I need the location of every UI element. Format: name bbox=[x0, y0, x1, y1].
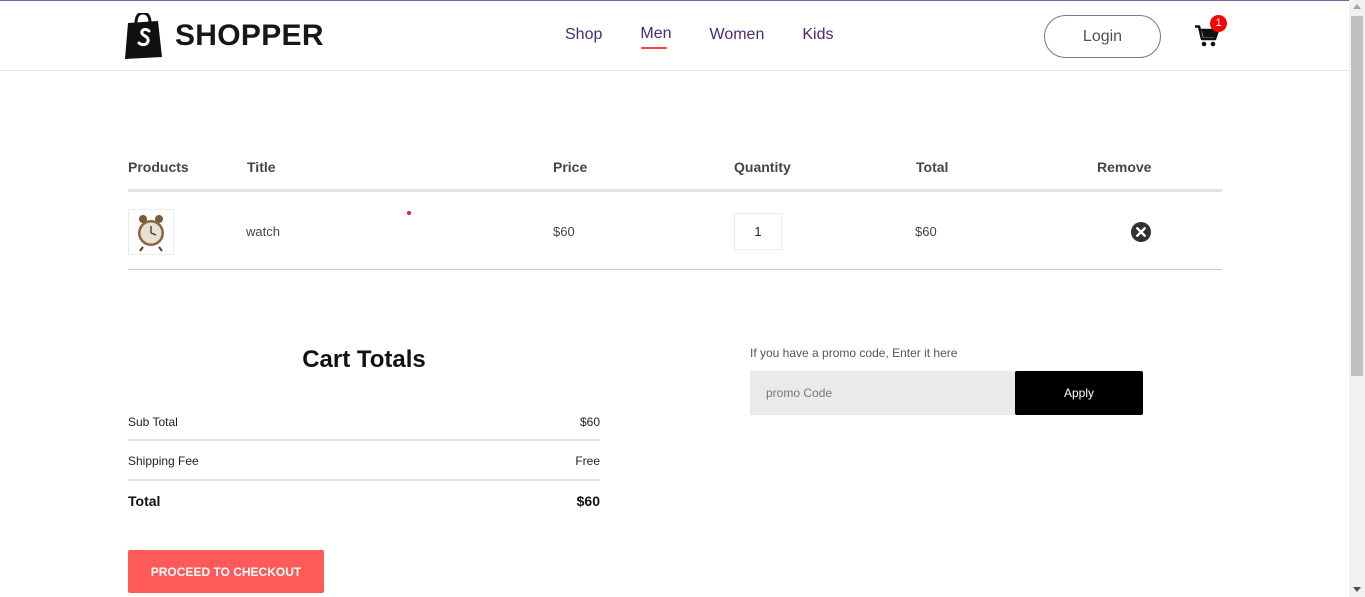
logo[interactable]: SHOPPER bbox=[124, 13, 324, 59]
scroll-thumb[interactable] bbox=[1351, 16, 1363, 376]
active-underline bbox=[641, 47, 668, 49]
logo-text: SHOPPER bbox=[175, 19, 324, 52]
shipping-label: Shipping Fee bbox=[128, 454, 199, 468]
subtotal-label: Sub Total bbox=[128, 415, 178, 429]
nav-item-label: Women bbox=[709, 26, 765, 43]
nav-item-label: Kids bbox=[802, 26, 834, 43]
table-row-divider bbox=[128, 269, 1222, 270]
quantity-field[interactable]: 1 bbox=[734, 213, 782, 250]
item-total: $60 bbox=[915, 224, 937, 239]
header-quantity: Quantity bbox=[734, 159, 791, 175]
total-row: Total $60 bbox=[128, 493, 600, 509]
cart-count-badge: 1 bbox=[1210, 15, 1227, 32]
proceed-to-checkout-button[interactable]: PROCEED TO CHECKOUT bbox=[128, 550, 324, 593]
totals-divider bbox=[128, 479, 600, 481]
cart-totals-title: Cart Totals bbox=[302, 346, 426, 373]
promo-label: If you have a promo code, Enter it here bbox=[750, 346, 958, 360]
marker-dot bbox=[407, 211, 411, 215]
item-title: watch bbox=[246, 224, 280, 239]
scroll-up-arrow-icon[interactable] bbox=[1353, 4, 1361, 9]
alarm-clock-image bbox=[138, 215, 164, 252]
header-total: Total bbox=[916, 159, 949, 175]
navbar: SHOPPER Shop Men Women Kids Login 1 bbox=[0, 0, 1349, 71]
nav-item-kids[interactable]: Kids bbox=[802, 26, 833, 44]
subtotal-row: Sub Total $60 bbox=[128, 415, 600, 429]
header-title: Title bbox=[247, 159, 276, 175]
nav-item-women[interactable]: Women bbox=[710, 26, 765, 44]
header-remove: Remove bbox=[1097, 159, 1152, 175]
scroll-down-arrow-icon[interactable] bbox=[1353, 587, 1361, 592]
header-products: Products bbox=[128, 159, 189, 175]
remove-item-icon[interactable] bbox=[1131, 222, 1151, 242]
vertical-scrollbar[interactable] bbox=[1349, 0, 1365, 597]
nav-item-label: Men bbox=[640, 25, 672, 42]
total-value: $60 bbox=[576, 493, 600, 509]
header-price: Price bbox=[553, 159, 588, 175]
total-label: Total bbox=[128, 493, 161, 509]
totals-divider bbox=[128, 439, 600, 441]
nav-item-label: Shop bbox=[565, 26, 603, 43]
login-button[interactable]: Login bbox=[1044, 15, 1161, 58]
shipping-row: Shipping Fee Free bbox=[128, 454, 600, 468]
apply-promo-button[interactable]: Apply bbox=[1015, 371, 1143, 415]
nav-item-men[interactable]: Men bbox=[640, 25, 672, 49]
table-header-divider bbox=[128, 189, 1222, 192]
shopping-bag-logo-icon bbox=[125, 13, 162, 59]
nav-menu: Shop Men Women Kids bbox=[565, 25, 871, 49]
subtotal-value: $60 bbox=[579, 415, 600, 429]
item-price: $60 bbox=[553, 224, 575, 239]
nav-item-shop[interactable]: Shop bbox=[565, 26, 602, 44]
shipping-value: Free bbox=[575, 454, 600, 468]
product-thumbnail bbox=[128, 209, 174, 255]
promo-code-input[interactable] bbox=[750, 371, 1016, 415]
